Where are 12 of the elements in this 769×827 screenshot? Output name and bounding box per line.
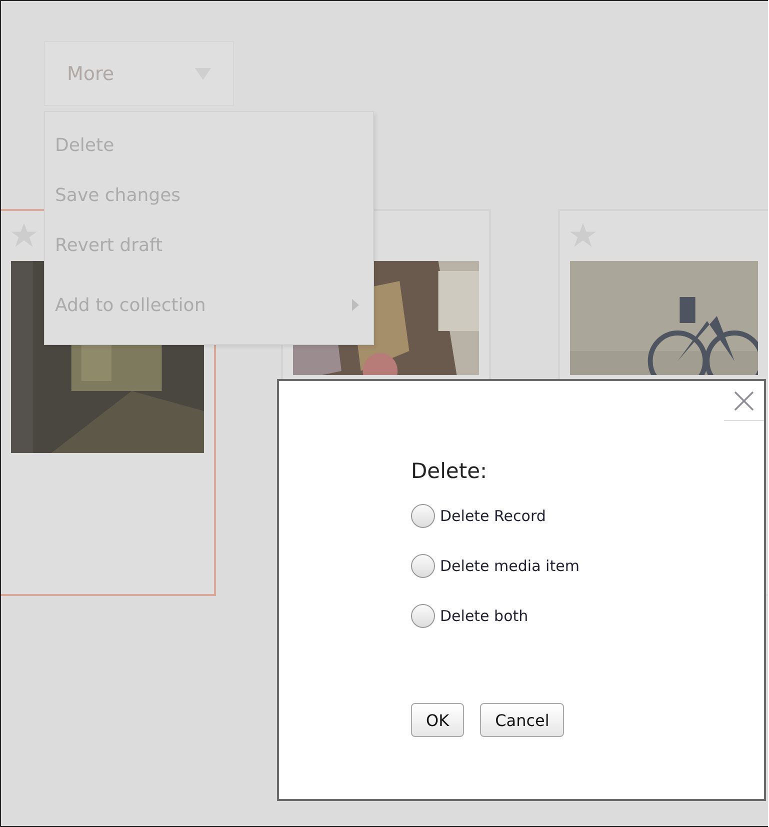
more-button[interactable]: More xyxy=(44,41,234,106)
option-label: Delete media item xyxy=(440,557,580,575)
ok-button[interactable]: OK xyxy=(411,703,464,737)
radio-button[interactable] xyxy=(411,604,435,628)
option-label: Delete Record xyxy=(440,507,546,525)
radio-button[interactable] xyxy=(411,554,435,578)
option-label: Delete both xyxy=(440,607,528,625)
cancel-button[interactable]: Cancel xyxy=(480,703,564,737)
submenu-arrow-icon xyxy=(352,299,359,311)
radio-button[interactable] xyxy=(411,504,435,528)
close-icon xyxy=(734,390,754,410)
dialog-title: Delete: xyxy=(411,459,488,483)
